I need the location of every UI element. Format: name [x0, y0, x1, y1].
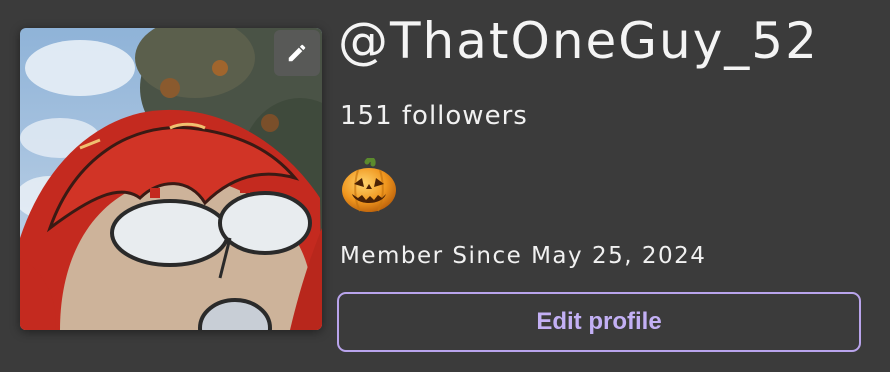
edit-profile-button[interactable]: Edit profile — [337, 292, 861, 352]
edit-avatar-button[interactable] — [274, 30, 320, 76]
member-since: Member Since May 25, 2024 — [340, 243, 707, 269]
followers-count[interactable]: 151 followers — [340, 96, 528, 136]
username: @ThatOneGuy_52 — [338, 12, 819, 70]
edit-profile-label: Edit profile — [536, 308, 662, 335]
profile-header: @ThatOneGuy_52 151 followers Member Sinc… — [0, 0, 890, 372]
pencil-icon — [286, 42, 308, 64]
avatar — [20, 28, 322, 330]
jack-o-lantern-icon — [340, 156, 398, 214]
